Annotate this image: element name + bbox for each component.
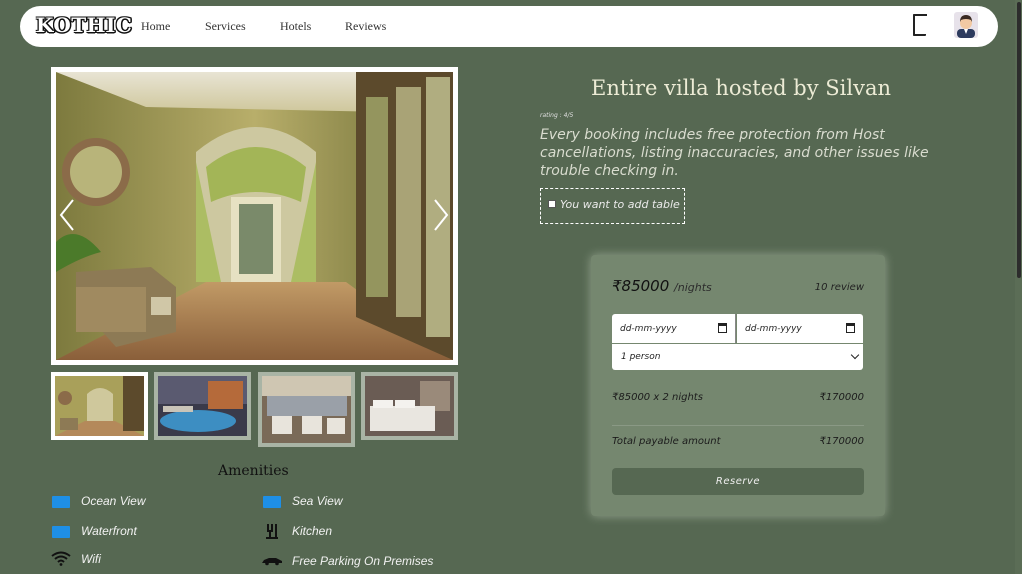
calendar-icon[interactable] — [846, 323, 855, 333]
price-unit: /nights — [674, 281, 712, 294]
waterfront-icon — [52, 526, 70, 538]
divider — [612, 425, 864, 426]
total-row: Total payable amount ₹170000 — [612, 436, 864, 447]
thumbnail-pool[interactable] — [154, 372, 251, 440]
reserve-button[interactable]: Reserve — [612, 468, 864, 495]
avatar[interactable] — [954, 12, 978, 38]
checkout-date-input[interactable]: dd-mm-yyyy — [737, 314, 863, 343]
ocean-view-icon — [52, 496, 70, 508]
checkout-placeholder: dd-mm-yyyy — [745, 324, 802, 334]
checkin-placeholder: dd-mm-yyyy — [620, 324, 677, 334]
nav-link-hotels[interactable]: Hotels — [280, 19, 345, 34]
nav-link-reviews[interactable]: Reviews — [345, 19, 405, 34]
guests-value: 1 person — [621, 352, 661, 362]
chevron-down-icon — [850, 350, 860, 360]
amenities-title: Amenities — [218, 463, 289, 479]
review-count[interactable]: 10 review — [815, 282, 864, 293]
phone-icon[interactable] — [913, 14, 927, 36]
calendar-icon[interactable] — [718, 323, 727, 333]
kitchen-icon — [266, 524, 278, 539]
nav-links: Home Services Hotels Reviews — [141, 19, 405, 34]
nav-link-home[interactable]: Home — [141, 19, 205, 34]
next-arrow-icon[interactable] — [432, 198, 450, 232]
logo[interactable]: KOTHIC — [36, 13, 132, 37]
scrollbar-thumb[interactable] — [1017, 2, 1021, 278]
thumbnail-restaurant[interactable] — [258, 372, 355, 447]
add-table-label[interactable]: You want to add table — [560, 198, 680, 211]
nav-link-services[interactable]: Services — [205, 19, 280, 34]
hallway-photo — [56, 72, 453, 360]
price-calculation-row: ₹85000 x 2 nights ₹170000 — [612, 392, 864, 403]
price-calc-value: ₹170000 — [819, 392, 864, 403]
price-per-night: ₹85000 /nights — [612, 277, 712, 295]
amenity-sea-view: Sea View — [292, 494, 343, 508]
rating-text: rating : 4/5 — [540, 112, 574, 119]
amenity-kitchen: Kitchen — [292, 524, 333, 538]
thumbnail-hallway[interactable] — [51, 372, 148, 440]
total-label: Total payable amount — [612, 436, 721, 447]
price-calc-label: ₹85000 x 2 nights — [612, 392, 703, 403]
navbar: KOTHIC Home Services Hotels Reviews — [20, 6, 998, 47]
wifi-icon — [51, 551, 71, 566]
amenity-wifi: Wifi — [81, 552, 101, 566]
price-value: ₹85000 — [612, 277, 670, 295]
amenity-waterfront: Waterfront — [81, 524, 137, 538]
booking-card: ₹85000 /nights 10 review dd-mm-yyyy dd-m… — [591, 255, 885, 516]
sea-view-icon — [263, 496, 281, 508]
checkin-date-input[interactable]: dd-mm-yyyy — [612, 314, 736, 343]
amenity-free-parking: Free Parking On Premises — [292, 554, 434, 568]
prev-arrow-icon[interactable] — [58, 198, 76, 232]
amenity-ocean-view: Ocean View — [81, 494, 146, 508]
thumbnail-bedroom[interactable] — [361, 372, 458, 440]
main-photo — [51, 67, 458, 365]
add-table-checkbox[interactable] — [548, 200, 556, 208]
total-value: ₹170000 — [819, 436, 864, 447]
listing-description: Every booking includes free protection f… — [540, 127, 929, 179]
listing-title: Entire villa hosted by Silvan — [591, 76, 891, 100]
add-table-option[interactable]: You want to add table — [540, 188, 685, 224]
guests-select[interactable]: 1 person — [612, 344, 863, 370]
car-icon — [262, 558, 282, 566]
